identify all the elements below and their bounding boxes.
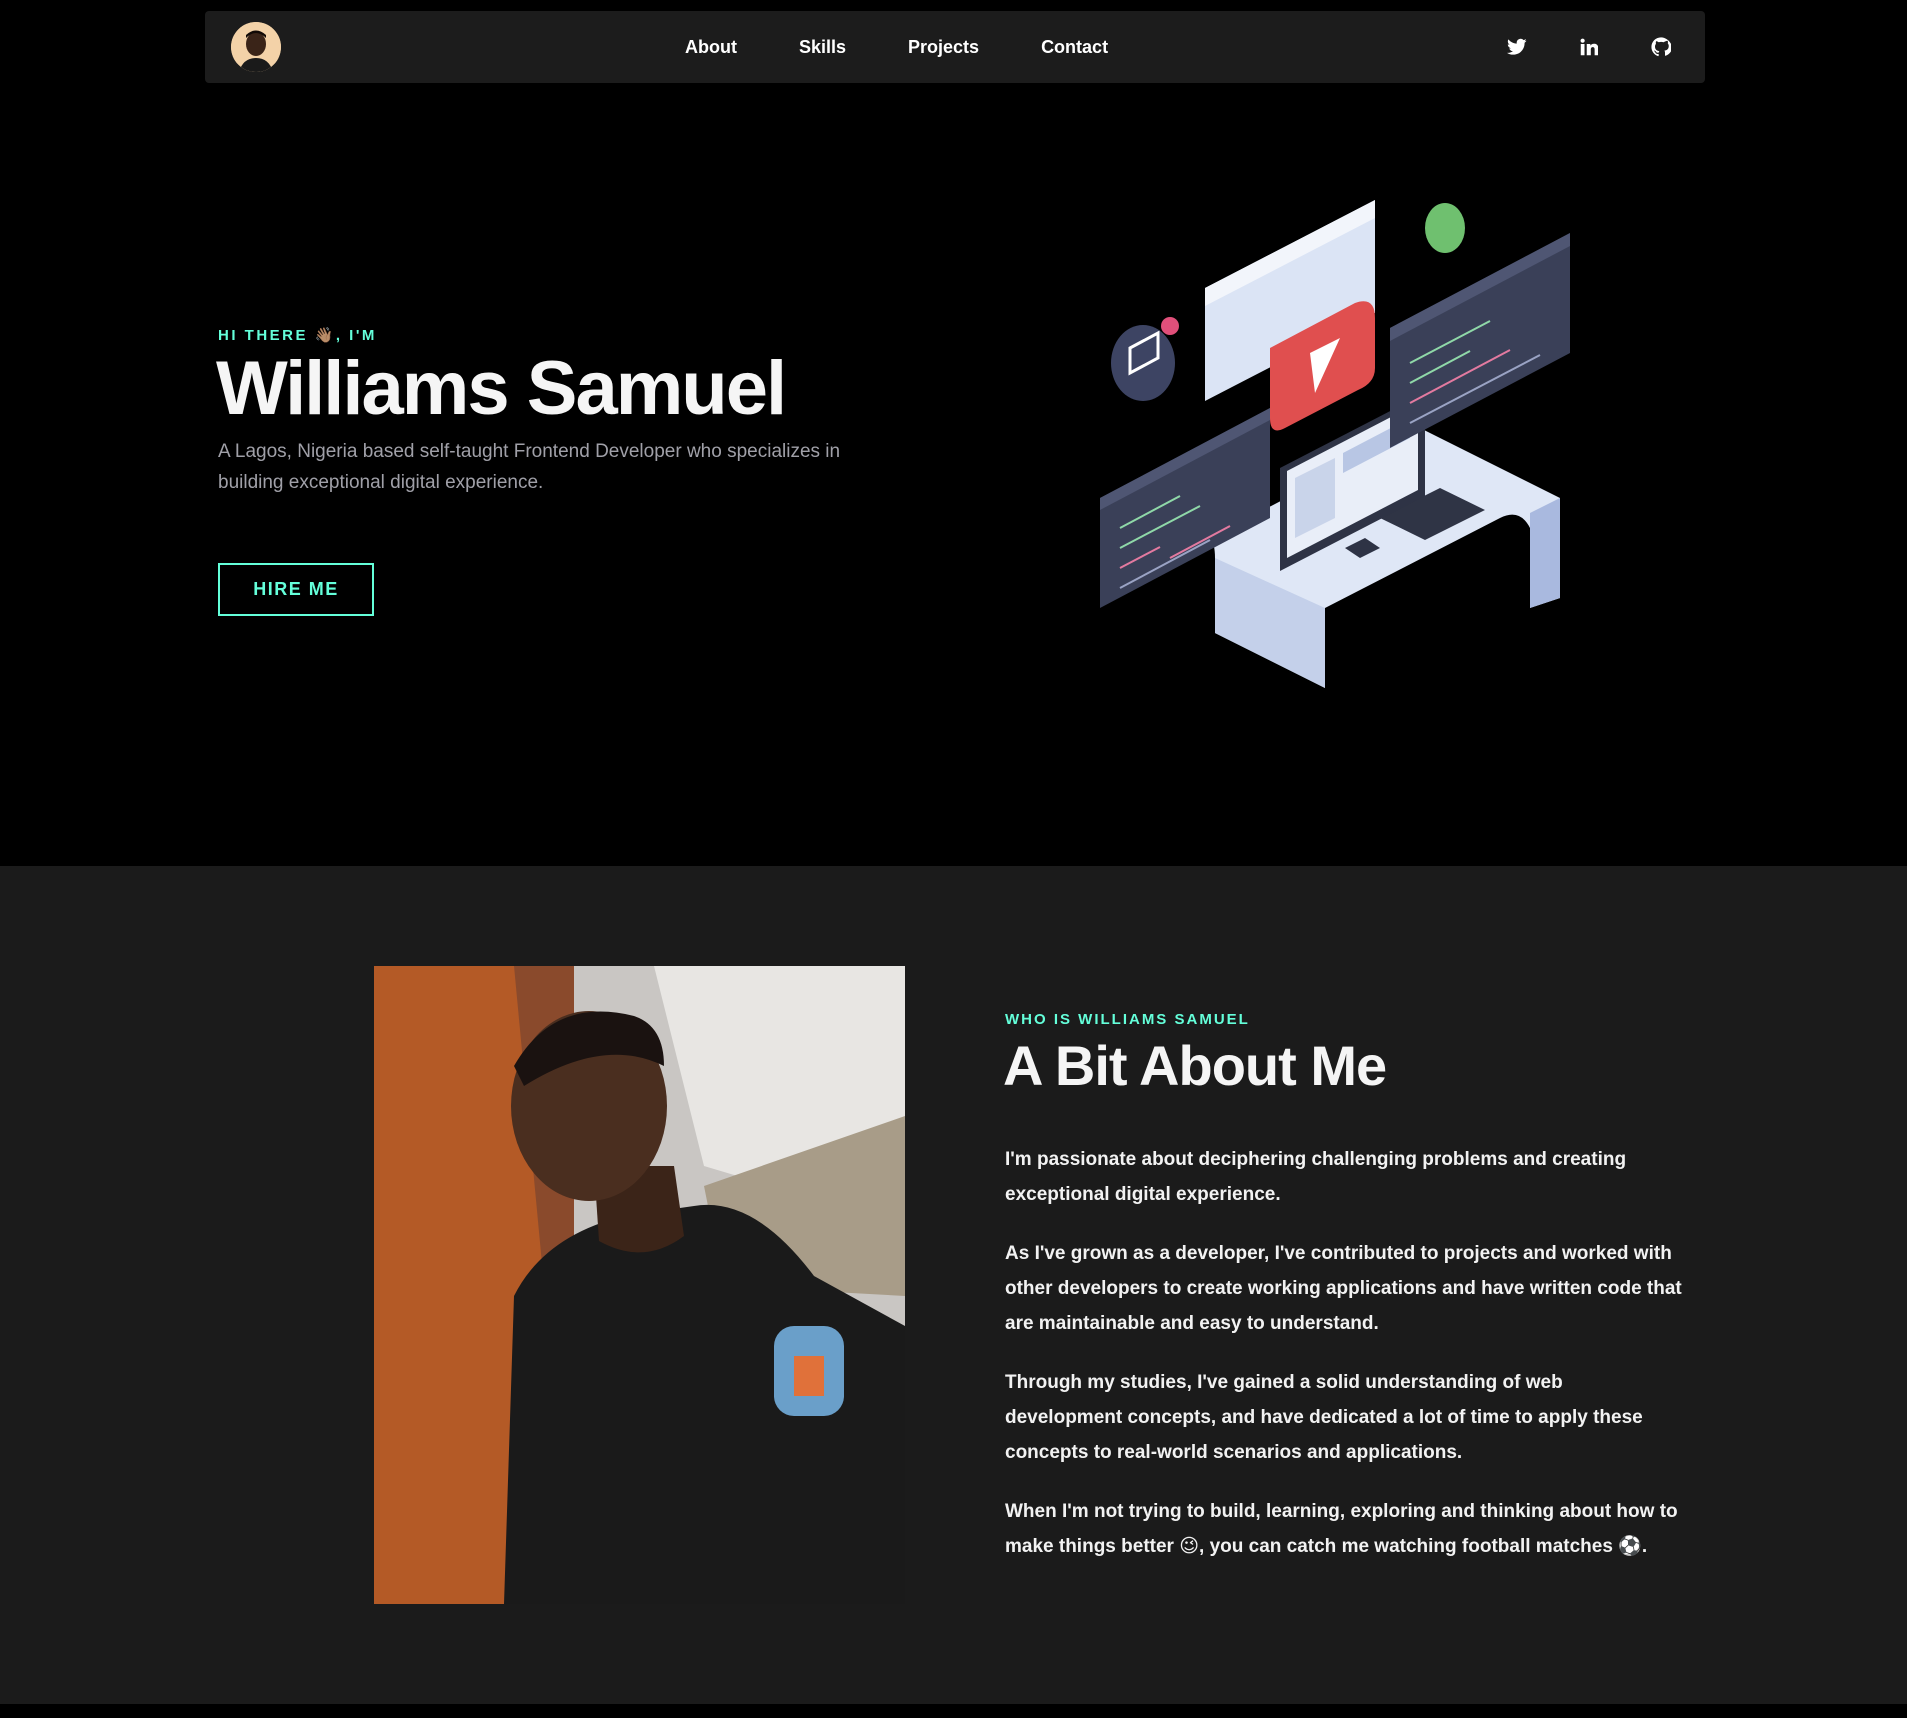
workspace-illustration (1090, 178, 1590, 688)
chat-bubble (1425, 203, 1465, 253)
about-section: WHO IS WILLIAMS SAMUEL A Bit About Me I'… (0, 866, 1907, 1704)
hire-me-button[interactable]: HIRE ME (218, 563, 374, 616)
nav-links: About Skills Projects Contact (685, 11, 1170, 83)
nav-link-about[interactable]: About (685, 37, 737, 58)
avatar-image (231, 22, 281, 72)
section-divider (0, 1704, 1907, 1718)
mail-bubble (1111, 325, 1175, 401)
hero-kicker: HI THERE 👋🏽, I'M (218, 327, 377, 344)
hero-name: Williams Samuel (216, 346, 787, 431)
nav-link-skills[interactable]: Skills (799, 37, 846, 58)
about-paragraph: When I'm not trying to build, learning, … (1005, 1501, 1678, 1557)
hero-description: A Lagos, Nigeria based self-taught Front… (218, 441, 841, 493)
nav-link-contact[interactable]: Contact (1041, 37, 1108, 58)
profile-photo (374, 966, 905, 1604)
about-paragraph: I'm passionate about deciphering challen… (1005, 1149, 1627, 1205)
about-title: A Bit About Me (1003, 1034, 1387, 1097)
avatar[interactable] (231, 22, 281, 72)
github-icon[interactable] (1647, 33, 1675, 61)
about-paragraph: As I've grown as a developer, I've contr… (1005, 1243, 1682, 1334)
twitter-icon[interactable] (1503, 33, 1531, 61)
nav-link-projects[interactable]: Projects (908, 37, 979, 58)
social-links (1459, 11, 1675, 83)
top-navbar: About Skills Projects Contact (205, 11, 1705, 83)
about-body: I'm passionate about deciphering challen… (1005, 1142, 1685, 1588)
linkedin-icon[interactable] (1575, 33, 1603, 61)
code-window-right (1390, 233, 1570, 448)
hero-section: HI THERE 👋🏽, I'M Williams Samuel A Lagos… (0, 83, 1907, 866)
about-kicker: WHO IS WILLIAMS SAMUEL (1005, 1011, 1250, 1028)
about-paragraph: Through my studies, I've gained a solid … (1005, 1372, 1643, 1463)
